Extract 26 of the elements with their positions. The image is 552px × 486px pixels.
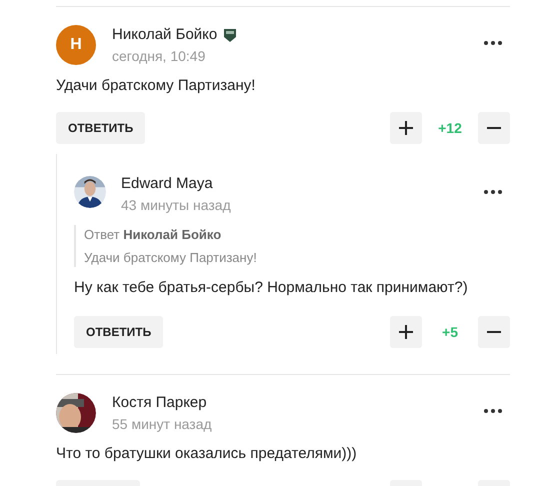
reply-button[interactable]: ОТВЕТИТЬ [74, 316, 164, 348]
upvote-button[interactable] [390, 316, 422, 348]
author-name[interactable]: Edward Maya [121, 175, 213, 192]
vote-score: +12 [437, 120, 463, 136]
comment-text: Удачи братскому Партизану! [56, 77, 256, 94]
upvote-button[interactable] [390, 112, 422, 144]
comment-text: Ну как тебе братья-сербы? Нормально так принимают?) [74, 279, 469, 296]
avatar: Н [56, 25, 96, 65]
quoted-author: Ответ Николай Бойко [84, 227, 222, 242]
more-icon[interactable] [484, 41, 502, 45]
timestamp: сегодня, 10:49 [112, 48, 206, 64]
shield-icon [223, 26, 238, 42]
quoted-text: Удачи братскому Партизану! [84, 250, 258, 265]
more-icon[interactable] [484, 190, 502, 194]
reply-button[interactable]: ОТВЕТИТЬ [56, 112, 146, 144]
author-name[interactable]: Костя Паркер [112, 394, 207, 411]
downvote-button[interactable] [478, 316, 510, 348]
plus-icon [399, 121, 413, 135]
author-name[interactable]: Николай Бойко [112, 26, 218, 43]
downvote-button[interactable] [478, 112, 510, 144]
timestamp: 43 минуты назад [121, 197, 231, 213]
more-icon[interactable] [484, 409, 502, 413]
plus-icon [399, 325, 413, 339]
timestamp: 55 минут назад [112, 416, 212, 432]
vote-score: +5 [441, 324, 459, 340]
comment-text: Что то братушки оказались предателями))) [56, 445, 358, 462]
